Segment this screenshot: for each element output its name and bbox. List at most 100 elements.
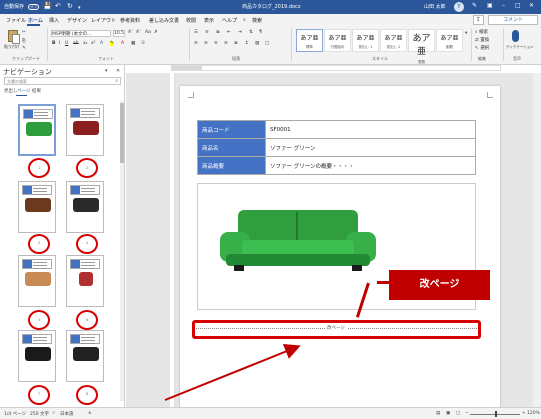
borders-icon[interactable]: □ — [265, 41, 269, 46]
tab-home[interactable]: ホーム — [28, 17, 43, 24]
grow-font-icon[interactable]: A˄ — [128, 30, 133, 35]
nav-options-icon[interactable]: ▾ — [105, 68, 108, 74]
numbering-icon[interactable]: ≡ — [205, 30, 209, 35]
cut-icon[interactable]: ✂ — [22, 30, 26, 35]
sofa-image[interactable] — [216, 208, 380, 274]
page-thumbnail-6[interactable] — [66, 255, 104, 307]
strikethrough-icon[interactable]: ab — [73, 41, 79, 46]
justify-icon[interactable]: ≡ — [224, 41, 228, 46]
font-name-select[interactable]: MSP明朝 (本文の... — [51, 30, 111, 37]
copy-icon[interactable]: ⎘ — [22, 38, 26, 44]
tab-pages[interactable]: ページ — [17, 88, 30, 94]
zoom-in-icon[interactable]: + — [522, 411, 526, 416]
table-key-cell[interactable]: 商品概要 — [197, 156, 266, 175]
share-button[interactable]: ⇪ — [473, 15, 484, 25]
tab-design[interactable]: デザイン — [67, 17, 87, 24]
table-key-cell[interactable]: 商品名 — [197, 138, 266, 157]
style-heading-2[interactable]: あア亜 見出し 2 — [380, 29, 407, 52]
page-thumbnail-5[interactable] — [18, 255, 56, 307]
font-color-icon[interactable]: A — [121, 41, 124, 46]
page-thumbnail-4[interactable] — [66, 181, 104, 233]
find-button[interactable]: ⌕ 検索 — [475, 29, 488, 35]
page-thumbnail-7[interactable] — [18, 330, 56, 382]
enclose-char-icon[interactable]: ① — [141, 41, 145, 46]
table-value-cell[interactable]: ソファー グリーン — [265, 138, 476, 157]
redo-icon[interactable]: ↻ — [67, 2, 73, 10]
tab-layout[interactable]: レイアウト — [91, 17, 116, 24]
sort-icon[interactable]: ⇅ — [249, 30, 253, 35]
style-title[interactable]: あア亜 表題 — [408, 29, 435, 64]
comment-button[interactable]: コメント — [488, 15, 538, 25]
table-value-cell[interactable]: ソファー グリーンの概要・・・・ — [265, 156, 476, 175]
tab-results[interactable]: 結果 — [32, 88, 41, 94]
page-thumbnail-8[interactable] — [66, 330, 104, 382]
distributed-icon[interactable]: ≣ — [234, 41, 238, 46]
shrink-font-icon[interactable]: A˅ — [136, 30, 141, 35]
subscript-icon[interactable]: x₂ — [83, 41, 87, 46]
maximize-icon[interactable]: □ — [515, 2, 521, 10]
tab-insert[interactable]: 挿入 — [49, 17, 59, 24]
text-effects-icon[interactable]: A — [100, 41, 103, 46]
styles-more-icon[interactable]: ▾ — [465, 31, 467, 36]
page-count[interactable]: 1/4 ページ — [4, 411, 26, 417]
page-thumbnail-3[interactable] — [18, 181, 56, 233]
autosave-toggle[interactable]: オフ — [28, 4, 39, 10]
tab-mailings[interactable]: 差し込み文書 — [149, 17, 179, 24]
format-painter-icon[interactable]: ✎ — [22, 46, 26, 51]
page-thumbnail-1[interactable] — [18, 104, 56, 156]
highlight-icon[interactable]: ✎ — [110, 41, 114, 46]
style-no-spacing[interactable]: あア亜 行間詰め — [324, 29, 351, 52]
bold-icon[interactable]: B — [52, 41, 55, 46]
tab-view[interactable]: 表示 — [204, 17, 214, 24]
undo-icon[interactable]: ↶ — [55, 2, 61, 10]
word-count[interactable]: 250 文字 — [30, 411, 49, 417]
tab-help[interactable]: ヘルプ — [222, 17, 237, 24]
bullets-icon[interactable]: ☰ — [194, 30, 198, 35]
decrease-indent-icon[interactable]: ⇤ — [227, 30, 231, 35]
align-right-icon[interactable]: ≡ — [214, 41, 218, 46]
tab-references[interactable]: 参考資料 — [120, 17, 140, 24]
page-thumbnail-2[interactable] — [66, 104, 104, 156]
font-size-select[interactable]: 10.5 — [113, 30, 125, 37]
tab-review[interactable]: 校閲 — [186, 17, 196, 24]
minimize-icon[interactable]: – — [502, 2, 505, 10]
ribbon-display-icon[interactable]: ▣ — [487, 2, 493, 10]
table-value-cell[interactable]: SF0001 — [265, 120, 476, 139]
multilevel-list-icon[interactable]: ≣ — [216, 30, 220, 35]
change-case-icon[interactable]: Aa — [145, 30, 151, 35]
superscript-icon[interactable]: x² — [91, 41, 95, 46]
zoom-level[interactable]: 120% — [527, 411, 540, 416]
select-button[interactable]: ↖ 選択 — [475, 45, 489, 51]
tab-headings[interactable]: 見出し — [4, 88, 18, 94]
zoom-out-icon[interactable]: − — [465, 411, 469, 416]
print-layout-icon[interactable]: ▣ — [446, 411, 450, 416]
style-normal[interactable]: あア亜 標準 — [296, 29, 323, 52]
italic-icon[interactable]: I — [59, 41, 60, 46]
paste-icon[interactable] — [8, 30, 20, 44]
save-icon[interactable]: 💾 — [43, 2, 52, 10]
table-key-cell[interactable]: 商品コード — [197, 120, 266, 139]
replace-button[interactable]: ⇄ 置換 — [475, 37, 489, 43]
vertical-scrollbar[interactable] — [533, 73, 541, 407]
increase-indent-icon[interactable]: ⇥ — [238, 30, 242, 35]
align-center-icon[interactable]: ≡ — [204, 41, 208, 46]
microphone-icon[interactable] — [512, 30, 519, 42]
align-left-icon[interactable]: ≡ — [194, 41, 198, 46]
horizontal-ruler[interactable] — [171, 65, 501, 71]
vertical-ruler[interactable] — [170, 73, 175, 407]
clear-formatting-icon[interactable]: ✗ — [154, 30, 158, 35]
paste-button[interactable]: 貼り付け — [4, 44, 20, 50]
web-layout-icon[interactable]: □ — [456, 411, 460, 416]
proofing-icon[interactable]: ✓ — [52, 411, 56, 416]
underline-icon[interactable]: U — [65, 41, 68, 46]
style-subtitle[interactable]: あア亜 副題 — [436, 29, 463, 52]
read-mode-icon[interactable]: ▤ — [436, 411, 440, 416]
tab-file[interactable]: ファイル — [6, 17, 26, 24]
close-icon[interactable]: ✕ — [529, 2, 534, 10]
search-icon[interactable]: ⌕ — [115, 78, 118, 84]
style-heading-1[interactable]: あア亜 見出し 1 — [352, 29, 379, 52]
nav-scrollbar-thumb[interactable] — [120, 103, 124, 163]
accessibility-icon[interactable]: ♿ — [88, 411, 92, 416]
tell-me-search[interactable]: 検索 — [252, 17, 262, 24]
line-spacing-icon[interactable]: ↕ — [245, 41, 249, 46]
